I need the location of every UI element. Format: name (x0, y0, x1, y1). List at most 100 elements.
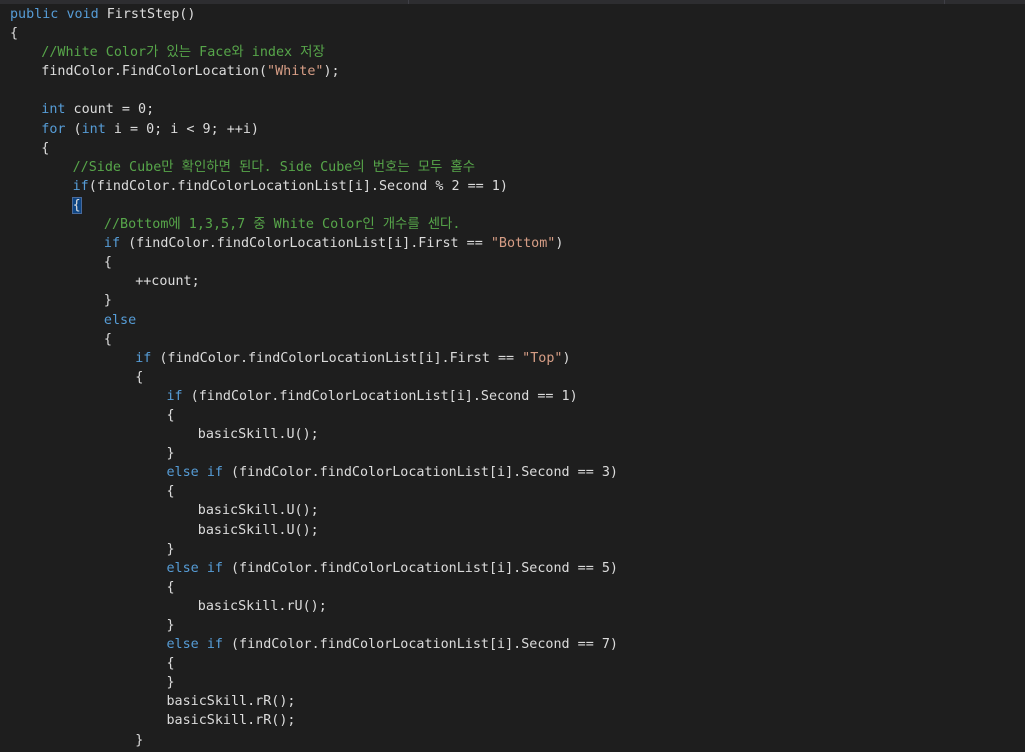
code-line[interactable]: basicSkill.rU(); (10, 597, 1025, 616)
code-token: (findColor.findColorLocationList[i].Firs… (120, 236, 491, 252)
code-line[interactable]: basicSkill.U(); (10, 425, 1025, 444)
editor-tab-strip (0, 0, 1025, 4)
code-line[interactable]: { (10, 196, 1025, 215)
code-token: { (135, 369, 144, 385)
code-line[interactable]: //Side Cube만 확인하면 된다. Side Cube의 번호는 모두 … (10, 158, 1025, 177)
string-token: "White" (267, 64, 324, 80)
keyword-token: if (135, 350, 152, 366)
code-line[interactable]: { (10, 139, 1025, 158)
matched-brace-token: { (71, 196, 82, 214)
keyword-token: else (166, 560, 199, 576)
keyword-token: for (41, 121, 66, 137)
code-line[interactable]: basicSkill.rR(); (10, 692, 1025, 711)
keyword-token: if (206, 465, 223, 481)
code-token: ) (555, 236, 564, 252)
code-token: FirstStep() (98, 7, 196, 22)
code-line[interactable]: else if (findColor.findColorLocationList… (10, 635, 1025, 654)
code-line[interactable]: if (findColor.findColorLocationList[i].F… (10, 234, 1025, 253)
code-token: (findColor.findColorLocationList[i].Firs… (151, 350, 523, 366)
string-token: "Bottom" (490, 236, 556, 252)
code-token: i = 0; i < 9; ++i) (105, 121, 259, 137)
code-token: ) (562, 350, 571, 366)
code-line[interactable]: else if (findColor.findColorLocationList… (10, 559, 1025, 578)
code-token: findColor.FindColorLocation( (41, 64, 268, 80)
keyword-token: else (166, 465, 199, 481)
keyword-token: if (206, 637, 223, 653)
code-token: (findColor.findColorLocationList[i].Seco… (88, 178, 508, 194)
code-line[interactable]: public void FirstStep() (10, 5, 1025, 24)
keyword-token: if (103, 236, 121, 252)
code-line[interactable] (10, 81, 1025, 100)
code-line[interactable]: } (10, 444, 1025, 463)
code-line[interactable]: { (10, 578, 1025, 597)
keyword-token: int (81, 121, 106, 137)
comment-token: //Side Cube만 확인하면 된다. Side Cube의 번호는 모두 … (72, 159, 476, 175)
code-token: { (103, 331, 112, 347)
code-line[interactable]: basicSkill.U(); (10, 501, 1025, 520)
code-token: ( (65, 121, 82, 137)
code-token: ); (323, 64, 340, 80)
code-token: count = 0; (65, 102, 155, 118)
keyword-token: public (10, 7, 59, 22)
code-line[interactable]: //Bottom에 1,3,5,7 중 White Color인 개수를 센다. (10, 215, 1025, 234)
keyword-token: if (72, 178, 89, 194)
string-token: "Top" (522, 350, 563, 366)
code-line[interactable]: findColor.FindColorLocation("White"); (10, 62, 1025, 81)
code-line[interactable]: { (10, 253, 1025, 272)
code-token: { (166, 579, 175, 595)
code-line[interactable]: { (10, 24, 1025, 43)
tab-divider (944, 0, 945, 4)
code-token: basicSkill.rR(); (166, 713, 296, 729)
code-token: } (135, 732, 144, 748)
code-line[interactable]: for (int i = 0; i < 9; ++i) (10, 120, 1025, 139)
code-line[interactable]: basicSkill.rR(); (10, 711, 1025, 730)
code-token: { (166, 407, 175, 423)
code-token: { (166, 484, 175, 500)
code-line[interactable]: basicSkill.U(); (10, 521, 1025, 540)
code-token: basicSkill.U(); (197, 427, 319, 443)
code-token: ++count; (135, 274, 200, 290)
code-token: } (166, 675, 175, 691)
code-line[interactable]: } (10, 731, 1025, 750)
code-line[interactable]: { (10, 330, 1025, 349)
code-token: basicSkill.rR(); (166, 694, 296, 710)
code-line[interactable]: } (10, 540, 1025, 559)
code-lines[interactable]: public void FirstStep() {//White Color가 있… (10, 5, 1025, 750)
code-token: } (166, 541, 175, 557)
code-line[interactable]: { (10, 368, 1025, 387)
code-line[interactable]: } (10, 291, 1025, 310)
keyword-token: else (166, 637, 199, 653)
code-line[interactable]: } (10, 673, 1025, 692)
code-line[interactable]: //White Color가 있는 Face와 index 저장 (10, 43, 1025, 62)
code-token: } (166, 446, 175, 462)
keyword-token: if (206, 560, 223, 576)
code-token: } (166, 618, 175, 633)
tab-divider (408, 0, 409, 4)
code-token: basicSkill.rU(); (197, 598, 327, 614)
code-line[interactable]: else (10, 311, 1025, 330)
code-line[interactable]: int count = 0; (10, 100, 1025, 119)
code-line[interactable]: if (findColor.findColorLocationList[i].F… (10, 349, 1025, 368)
code-line[interactable]: if (findColor.findColorLocationList[i].S… (10, 387, 1025, 406)
code-line[interactable]: { (10, 482, 1025, 501)
keyword-token: else (103, 312, 137, 328)
code-token: basicSkill.U(); (197, 503, 319, 519)
comment-token: //Bottom에 1,3,5,7 중 White Color인 개수를 센다. (103, 217, 461, 233)
keyword-token: int (41, 102, 66, 118)
code-token: (findColor.findColorLocationList[i].Seco… (222, 465, 618, 481)
code-token: { (103, 255, 112, 271)
code-token: { (166, 656, 175, 672)
code-token: basicSkill.U(); (197, 522, 319, 538)
code-token: { (41, 140, 50, 156)
code-line[interactable]: { (10, 406, 1025, 425)
code-line[interactable]: else if (findColor.findColorLocationList… (10, 463, 1025, 482)
code-line[interactable]: } (10, 616, 1025, 635)
code-line[interactable]: if(findColor.findColorLocationList[i].Se… (10, 177, 1025, 196)
code-line[interactable]: { (10, 654, 1025, 673)
keyword-token: if (166, 388, 183, 404)
code-editor[interactable]: public void FirstStep() {//White Color가 있… (0, 0, 1025, 752)
code-line[interactable]: ++count; (10, 272, 1025, 291)
